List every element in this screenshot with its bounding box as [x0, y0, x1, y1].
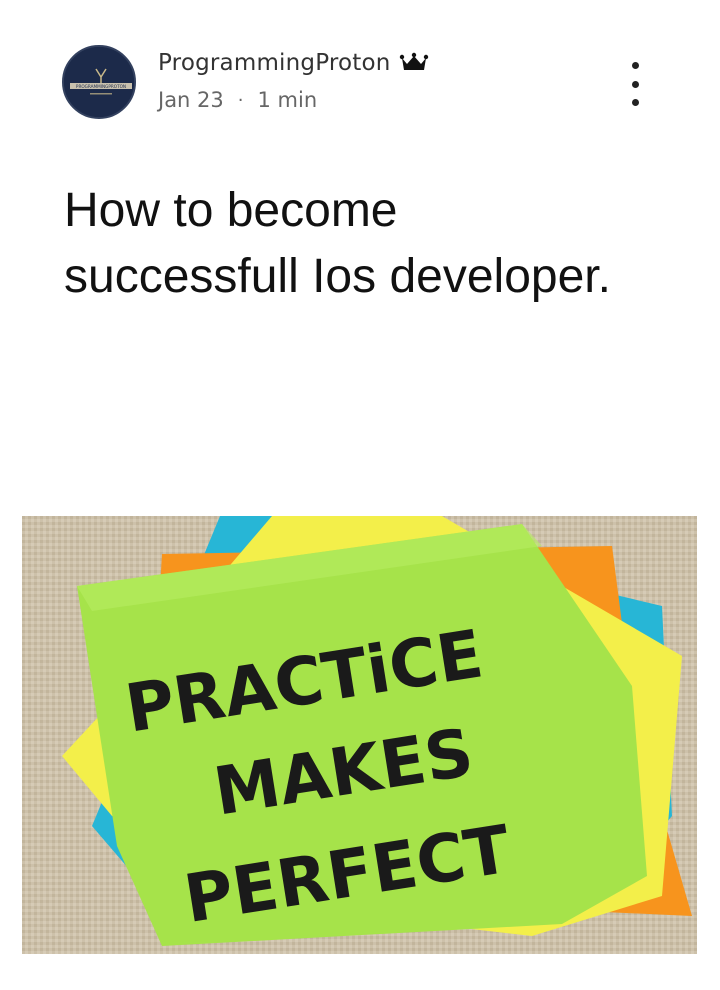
post-meta: Jan 23 · 1 min: [158, 88, 317, 112]
sticky-notes-illustration: PRACTiCE MAKES PERFECT: [22, 516, 697, 954]
more-vertical-icon: [631, 62, 639, 69]
meta-separator: ·: [237, 89, 244, 111]
avatar-logo: PROGRAMMINGPROTON: [64, 47, 134, 117]
cover-image[interactable]: PRACTiCE MAKES PERFECT: [22, 516, 697, 954]
more-options-button[interactable]: [620, 62, 650, 106]
author-avatar[interactable]: PROGRAMMINGPROTON: [62, 45, 136, 119]
crown-icon: [399, 52, 428, 70]
post-date: Jan 23: [158, 88, 224, 112]
avatar-logo-text: PROGRAMMINGPROTON: [76, 84, 126, 89]
post-header: PROGRAMMINGPROTON ProgrammingProton Jan …: [0, 0, 720, 140]
post-title: How to become successfull Ios developer.: [64, 184, 611, 303]
read-time: 1 min: [257, 88, 318, 112]
author-row: ProgrammingProton: [158, 46, 429, 80]
author-name[interactable]: ProgrammingProton: [158, 50, 391, 76]
